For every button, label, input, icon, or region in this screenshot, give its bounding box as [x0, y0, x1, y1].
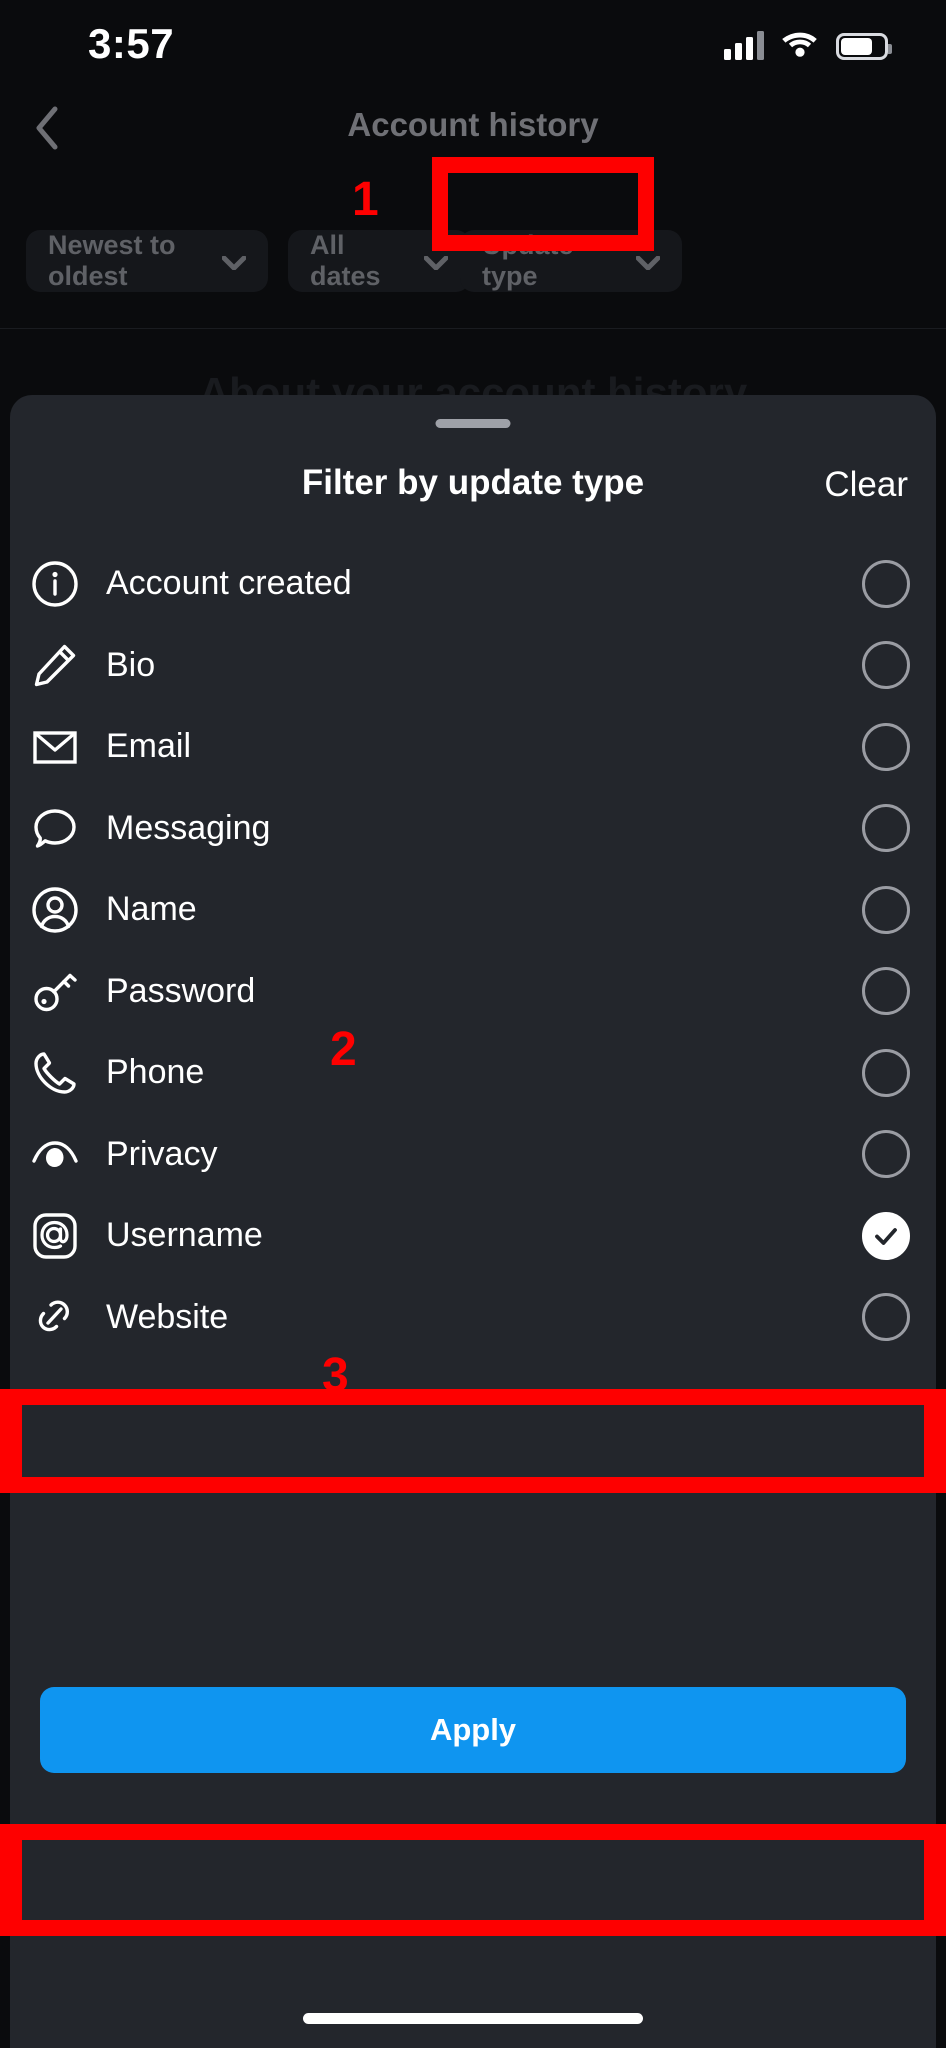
phone-icon: [28, 1046, 82, 1100]
dates-filter-chip-label: All dates: [310, 230, 381, 291]
update-type-filter-chip[interactable]: Update type: [460, 230, 682, 292]
info-circle-icon: [28, 557, 82, 611]
option-row-bio[interactable]: Bio: [10, 625, 936, 707]
update-type-filter-chip-label: Update type: [482, 230, 574, 291]
option-radio-account-created[interactable]: [862, 559, 910, 608]
option-row-password[interactable]: Password: [10, 951, 936, 1033]
status-bar: 3:57: [0, 0, 946, 92]
option-label: Email: [106, 727, 192, 766]
clear-button[interactable]: Clear: [816, 461, 916, 509]
apply-button[interactable]: Apply: [40, 1687, 906, 1773]
option-radio-password[interactable]: [862, 967, 910, 1016]
eye-privacy-icon: [28, 1127, 82, 1181]
phone-screen: 3:57 Account history Newest to oldest Al…: [0, 0, 946, 2048]
sort-filter-chip-label: Newest to oldest: [48, 230, 176, 291]
annotation-step-number-3: 3: [322, 1349, 349, 1402]
option-row-website[interactable]: Website: [10, 1277, 936, 1359]
page-title: Account history: [347, 106, 599, 143]
header-divider: [0, 328, 946, 329]
option-radio-email[interactable]: [862, 722, 910, 771]
sort-filter-chip[interactable]: Newest to oldest: [26, 230, 268, 292]
option-radio-username[interactable]: [862, 1211, 910, 1260]
option-row-messaging[interactable]: Messaging: [10, 788, 936, 870]
at-sign-icon: [28, 1209, 82, 1263]
chevron-down-icon: [635, 246, 661, 277]
option-label: Phone: [106, 1053, 205, 1092]
key-icon: [28, 964, 82, 1018]
option-label: Username: [106, 1216, 263, 1255]
navigation-bar: Account history: [0, 92, 946, 172]
envelope-icon: [28, 720, 82, 774]
option-row-account-created[interactable]: Account created: [10, 543, 936, 625]
option-radio-bio[interactable]: [862, 641, 910, 690]
option-label: Bio: [106, 645, 156, 684]
option-row-username[interactable]: Username: [10, 1195, 936, 1277]
chevron-down-icon: [423, 246, 449, 277]
option-label: Website: [106, 1297, 229, 1336]
option-label: Password: [106, 971, 256, 1010]
apply-button-container: Apply: [10, 1687, 936, 1773]
chat-bubble-icon: [28, 801, 82, 855]
annotation-step-number-2: 2: [330, 1023, 357, 1076]
option-row-email[interactable]: Email: [10, 706, 936, 788]
option-label: Account created: [106, 564, 352, 603]
home-indicator: [303, 2013, 643, 2024]
option-radio-name[interactable]: [862, 885, 910, 934]
dates-filter-chip[interactable]: All dates: [288, 230, 470, 292]
option-label: Privacy: [106, 1134, 218, 1173]
option-radio-messaging[interactable]: [862, 804, 910, 853]
pencil-icon: [28, 638, 82, 692]
update-type-options-list: Account created Bio Email Messaging Name…: [10, 543, 936, 1358]
filter-chips-row: Newest to oldest All dates Update type: [0, 230, 946, 310]
status-bar-time: 3:57: [88, 20, 175, 67]
battery-icon: [836, 32, 892, 60]
checkmark-icon: [875, 1227, 897, 1245]
sheet-header: Filter by update type Clear: [10, 455, 936, 523]
option-row-privacy[interactable]: Privacy: [10, 1114, 936, 1196]
option-radio-phone[interactable]: [862, 1048, 910, 1097]
option-row-name[interactable]: Name: [10, 869, 936, 951]
cellular-signal-icon: [724, 31, 764, 60]
sheet-grabber-handle[interactable]: [435, 419, 511, 428]
wifi-icon: [781, 30, 819, 63]
chevron-down-icon: [221, 246, 247, 277]
sheet-title: Filter by update type: [301, 463, 645, 502]
filter-bottom-sheet: Filter by update type Clear Account crea…: [10, 395, 936, 2048]
person-circle-icon: [28, 883, 82, 937]
status-bar-indicators: [724, 24, 892, 68]
annotation-step-number-1: 1: [352, 173, 379, 226]
option-label: Name: [106, 890, 197, 929]
option-radio-privacy[interactable]: [862, 1130, 910, 1179]
link-icon: [28, 1290, 82, 1344]
option-row-phone[interactable]: Phone: [10, 1032, 936, 1114]
option-label: Messaging: [106, 808, 271, 847]
option-radio-website[interactable]: [862, 1293, 910, 1342]
